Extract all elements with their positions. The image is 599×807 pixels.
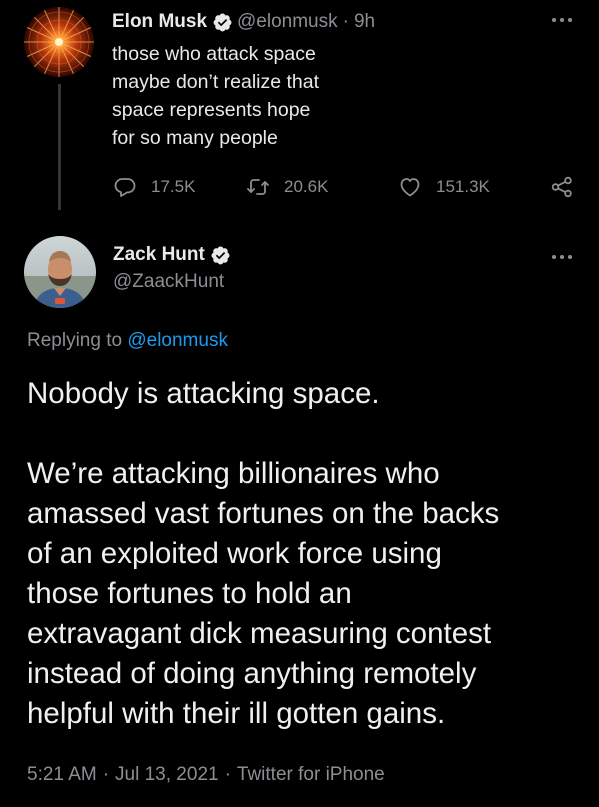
reply-text-line: those fortunes to hold an xyxy=(27,577,352,610)
tweet-text-line: those who attack space xyxy=(112,43,316,65)
original-author-name[interactable]: Elon Musk xyxy=(112,11,207,33)
share-icon xyxy=(551,176,572,198)
reply-button[interactable]: 17.5K xyxy=(113,172,195,202)
reply-text-line: of an exploited work force using xyxy=(27,537,442,570)
tweet-text-line: space represents hope xyxy=(112,99,311,121)
tweet-text-line: for so many people xyxy=(112,127,278,149)
original-tweet-time[interactable]: 9h xyxy=(354,11,375,33)
reply-text-line: instead of doing anything remotely xyxy=(27,657,477,690)
reply-author-name[interactable]: Zack Hunt xyxy=(113,244,205,266)
original-author-handle[interactable]: @elonmusk xyxy=(237,11,338,33)
replying-to-line: Replying to @elonmusk xyxy=(27,330,228,352)
reply-text-line: Nobody is attacking space. xyxy=(27,377,380,410)
verified-badge-icon xyxy=(213,13,232,31)
original-tweet-header: Elon Musk @elonmusk · 9h xyxy=(112,8,375,36)
verified-badge-icon xyxy=(211,246,230,264)
retweet-button[interactable]: 20.6K xyxy=(246,172,328,202)
thread-connector-line xyxy=(58,84,61,210)
more-options-icon[interactable] xyxy=(552,18,572,22)
reply-tweet-header: Zack Hunt xyxy=(113,240,235,270)
reply-tweet-text: Nobody is attacking space. We’re attacki… xyxy=(27,374,587,734)
heart-icon xyxy=(400,178,420,197)
reply-count: 17.5K xyxy=(151,177,196,196)
reply-text-line: helpful with their ill gotten gains. xyxy=(27,697,446,730)
reply-tweet-metadata: 5:21 AM · Jul 13, 2021 · Twitter for iPhone xyxy=(27,764,385,786)
elon-musk-avatar[interactable] xyxy=(24,7,94,77)
retweet-icon xyxy=(247,179,269,195)
meta-separator: · xyxy=(102,764,110,785)
tweet-date[interactable]: Jul 13, 2021 xyxy=(115,764,219,785)
tweet-text-line: maybe don’t realize that xyxy=(112,71,320,93)
original-tweet-text: those who attack space maybe don’t reali… xyxy=(112,40,412,152)
replying-to-mention-link[interactable]: @elonmusk xyxy=(127,330,228,351)
zack-hunt-avatar[interactable] xyxy=(24,236,96,308)
like-count: 151.3K xyxy=(436,177,490,196)
replying-to-label: Replying to xyxy=(27,330,123,351)
reply-text-line: We’re attacking billionaires who xyxy=(27,457,440,490)
like-button[interactable]: 151.3K xyxy=(398,172,490,202)
reply-author-handle[interactable]: @ZaackHunt xyxy=(113,271,224,293)
reply-text-line: amassed vast fortunes on the backs xyxy=(27,497,500,530)
share-button[interactable] xyxy=(550,172,574,202)
meta-separator: · xyxy=(224,764,231,785)
reply-icon xyxy=(114,178,136,197)
more-options-icon[interactable] xyxy=(552,255,572,259)
header-separator: · xyxy=(342,11,349,32)
tweet-timestamp[interactable]: 5:21 AM xyxy=(27,764,97,785)
reply-text-line: extravagant dick measuring contest xyxy=(27,617,492,650)
retweet-count: 20.6K xyxy=(284,177,329,196)
tweet-source[interactable]: Twitter for iPhone xyxy=(237,764,385,785)
